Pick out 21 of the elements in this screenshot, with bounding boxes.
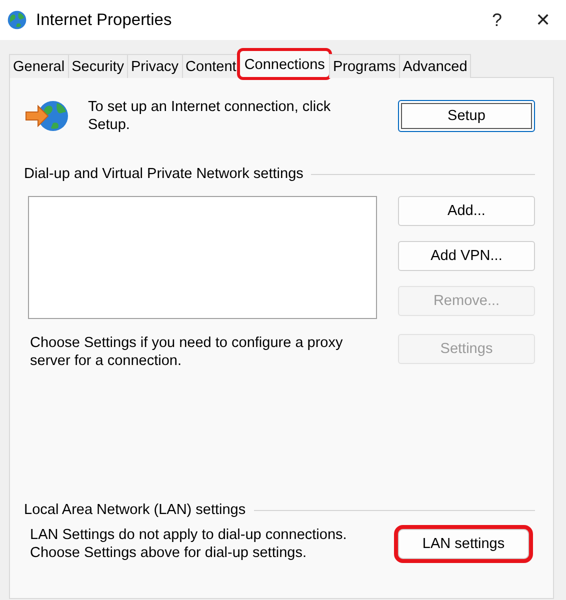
tab[interactable]: Privacy — [126, 54, 183, 78]
help-button[interactable]: ? — [474, 2, 520, 38]
dialup-button[interactable]: Add... — [398, 196, 535, 226]
section-heading: Local Area Network (LAN) settings — [24, 502, 246, 518]
section-heading: Dial-up and Virtual Private Network settings — [24, 166, 304, 182]
dialup-button[interactable]: Add VPN... — [398, 241, 535, 271]
globe-arrow-icon — [24, 99, 70, 133]
globe-icon — [6, 9, 28, 31]
window-title: Internet Properties — [36, 10, 173, 30]
setup-button[interactable]: Setup — [398, 100, 535, 132]
tab[interactable]: General — [9, 54, 69, 78]
setup-description: To set up an Internet connection, click Setup. — [88, 98, 332, 134]
proxy-description: Choose Settings if you need to configure a proxy server for a connection. — [30, 334, 344, 370]
tab[interactable]: Advanced — [398, 54, 472, 78]
connection-list[interactable] — [28, 196, 377, 319]
lan-description: LAN Settings do not apply to dial-up connections. Choose Settings above for dial-up settings. — [30, 526, 348, 562]
close-button[interactable]: ✕ — [520, 2, 566, 38]
tab[interactable]: Connections — [239, 50, 330, 78]
tab[interactable]: Security — [68, 54, 128, 78]
tab[interactable]: Content — [182, 54, 240, 78]
tab[interactable]: Programs — [328, 54, 400, 78]
